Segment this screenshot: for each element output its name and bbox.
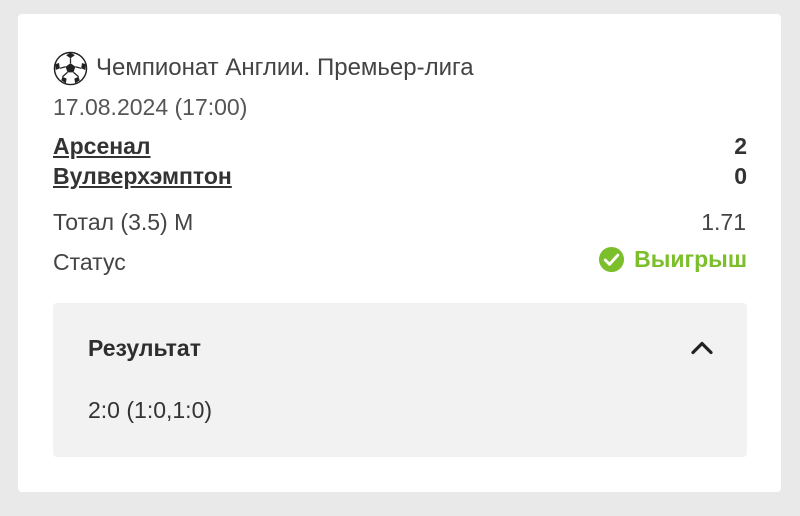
result-title: Результат bbox=[88, 335, 201, 361]
chevron-up-icon bbox=[687, 341, 717, 367]
league-name: Чемпионат Англии. Премьер-лига bbox=[96, 54, 474, 81]
result-panel: Результат 2:0 (1:0,1:0) bbox=[53, 303, 747, 457]
bet-market: Тотал (3.5) М bbox=[53, 209, 194, 235]
result-value: 2:0 (1:0,1:0) bbox=[88, 397, 213, 423]
status-label: Статус bbox=[53, 249, 126, 275]
status-badge: Выигрыш bbox=[598, 246, 747, 273]
match-date: 17.08.2024 (17:00) bbox=[53, 94, 248, 120]
away-team-link[interactable]: Вулверхэмптон bbox=[53, 163, 232, 190]
bet-odds: 1.71 bbox=[701, 209, 746, 235]
result-collapse-button[interactable] bbox=[687, 333, 717, 363]
status-value: Выигрыш bbox=[634, 246, 747, 272]
home-score: 2 bbox=[734, 133, 747, 159]
home-team-link[interactable]: Арсенал bbox=[53, 133, 151, 160]
away-score: 0 bbox=[734, 163, 747, 189]
league-header: Чемпионат Англии. Премьер-лига bbox=[53, 50, 474, 86]
check-circle-icon bbox=[598, 246, 625, 273]
soccer-ball-icon bbox=[53, 51, 88, 86]
bet-card: Чемпионат Англии. Премьер-лига 17.08.202… bbox=[18, 14, 781, 492]
